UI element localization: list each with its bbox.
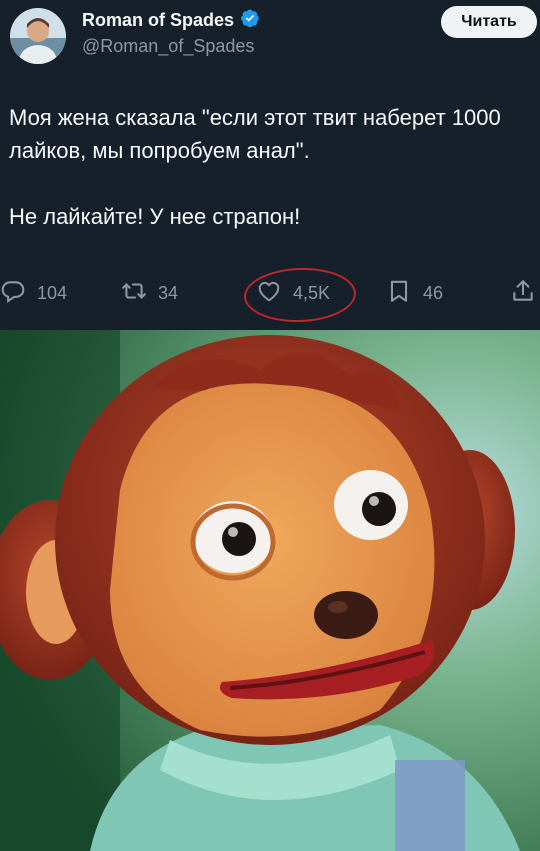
like-highlight-circle bbox=[243, 266, 357, 324]
tweet-text: Моя жена сказала "если этот твит наберет… bbox=[9, 105, 501, 229]
reply-button[interactable]: 104 bbox=[0, 278, 67, 308]
author-name[interactable]: Roman of Spades bbox=[82, 10, 234, 31]
retweet-button[interactable]: 34 bbox=[121, 278, 178, 308]
reply-count: 104 bbox=[37, 282, 68, 303]
share-button[interactable] bbox=[510, 278, 536, 308]
author-handle[interactable]: @Roman_of_Spades bbox=[82, 36, 254, 57]
retweet-count: 34 bbox=[158, 282, 179, 303]
share-icon bbox=[510, 278, 536, 309]
bookmark-button[interactable]: 46 bbox=[386, 278, 443, 308]
avatar[interactable] bbox=[10, 8, 66, 64]
meme-image bbox=[0, 330, 540, 851]
bookmark-icon bbox=[386, 278, 412, 309]
author-row: Roman of Spades bbox=[82, 8, 260, 33]
reply-icon bbox=[0, 278, 26, 309]
retweet-icon bbox=[121, 278, 147, 309]
follow-button[interactable]: Читать bbox=[441, 6, 537, 38]
tweet-card: Roman of Spades @Roman_of_Spades Читать … bbox=[0, 0, 540, 330]
verified-badge-icon bbox=[240, 8, 260, 33]
bookmark-count: 46 bbox=[423, 282, 444, 303]
